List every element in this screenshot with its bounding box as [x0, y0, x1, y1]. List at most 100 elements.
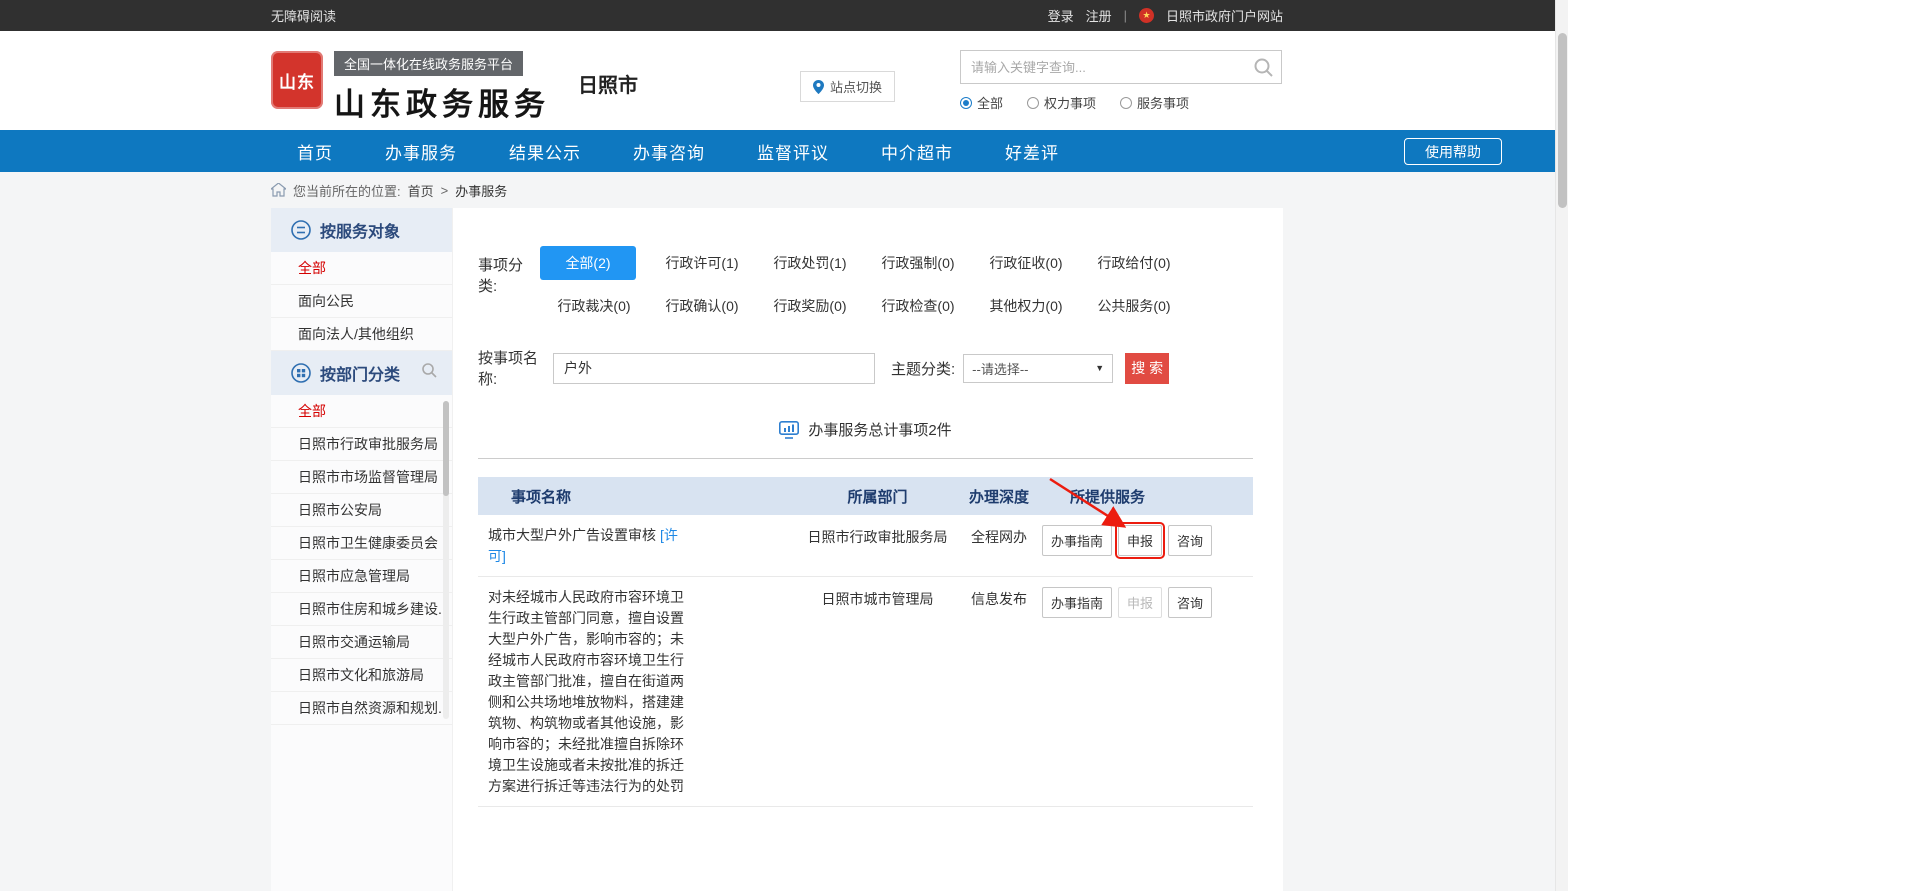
department-header: 按部门分类	[271, 351, 452, 395]
tab-levy[interactable]: 行政征收(0)	[972, 246, 1080, 280]
item-name: 对未经城市人民政府市容环境卫生行政主管部门同意，擅自设置大型户外广告，影响市容的…	[488, 589, 684, 794]
tab-inspection[interactable]: 行政检查(0)	[864, 289, 972, 323]
nav-item-home[interactable]: 首页	[271, 139, 359, 164]
topic-select-value: --请选择--	[972, 359, 1028, 378]
table-row: 城市大型户外广告设置审核[许可] 日照市行政审批服务局 全程网办 办事指南 申报…	[478, 515, 1253, 577]
header-department: 所属部门	[795, 486, 960, 507]
national-emblem-icon: ★	[1139, 8, 1154, 23]
tab-payment[interactable]: 行政给付(0)	[1080, 246, 1188, 280]
radio-icon	[1120, 97, 1132, 109]
guide-button[interactable]: 办事指南	[1042, 587, 1112, 618]
platform-badge: 全国一体化在线政务服务平台	[334, 51, 523, 76]
item-department: 日照市城市管理局	[795, 587, 960, 610]
scope-label: 权力事项	[1044, 93, 1096, 112]
department-title: 按部门分类	[320, 361, 400, 385]
department-list: 全部 日照市行政审批服务局 日照市市场监督管理局 日照市公安局 日照市卫生健康委…	[271, 395, 452, 725]
portal-link[interactable]: 日照市政府门户网站	[1166, 6, 1283, 25]
category-label: 事项分类:	[478, 246, 540, 323]
page-scrollbar[interactable]	[1555, 0, 1568, 891]
site-name: 山东政务服务	[334, 79, 550, 124]
sidebar-dept-natural-resources[interactable]: 日照市自然资源和规划...	[271, 692, 452, 725]
tab-license[interactable]: 行政许可(1)	[648, 246, 756, 280]
main-content: 事项分类: 全部(2) 行政许可(1) 行政处罚(1) 行政强制(0) 行政征收…	[453, 208, 1283, 891]
sidebar-dept-administrative-approval[interactable]: 日照市行政审批服务局	[271, 428, 452, 461]
scope-radio-all[interactable]: 全部	[960, 93, 1003, 112]
sidebar-dept-all[interactable]: 全部	[271, 395, 452, 428]
service-target-title: 按服务对象	[320, 218, 400, 242]
sidebar-target-citizen[interactable]: 面向公民	[271, 285, 452, 318]
page-scrollbar-thumb[interactable]	[1558, 33, 1567, 208]
login-link[interactable]: 登录	[1048, 6, 1074, 25]
consult-button[interactable]: 咨询	[1168, 525, 1212, 556]
nav-item-services[interactable]: 办事服务	[359, 139, 483, 164]
content-card: 按服务对象 全部 面向公民 面向法人/其他组织 按部门分类	[271, 208, 1283, 891]
top-utility-bar: 无障碍阅读 登录 注册 | ★ 日照市政府门户网站	[0, 0, 1568, 31]
service-target-header: 按服务对象	[271, 208, 452, 252]
item-name: 城市大型户外广告设置审核	[488, 527, 656, 543]
item-name-input[interactable]	[553, 353, 875, 384]
keyword-search-input[interactable]	[961, 51, 1281, 83]
scope-label: 全部	[977, 93, 1003, 112]
item-actions: 办事指南 申报 咨询	[1038, 587, 1253, 618]
sidebar-target-legal-person[interactable]: 面向法人/其他组织	[271, 318, 452, 351]
tab-coercion[interactable]: 行政强制(0)	[864, 246, 972, 280]
result-summary-text: 办事服务总计事项2件	[808, 419, 951, 440]
caret-down-icon: ▼	[1095, 363, 1104, 373]
home-icon	[271, 183, 286, 197]
logo-seal-icon: 山东	[271, 51, 323, 109]
sidebar-dept-transport[interactable]: 日照市交通运输局	[271, 626, 452, 659]
item-department: 日照市行政审批服务局	[795, 525, 960, 548]
page-body: 您当前所在的位置: 首页 > 办事服务 按服务对象 全部 面向公民	[0, 172, 1568, 891]
breadcrumb-separator: >	[441, 183, 449, 198]
scope-radio-power-items[interactable]: 权力事项	[1027, 93, 1096, 112]
department-list-scrollbar-thumb[interactable]	[443, 401, 449, 496]
radio-selected-icon	[960, 97, 972, 109]
register-link[interactable]: 注册	[1086, 6, 1112, 25]
tab-all[interactable]: 全部(2)	[540, 246, 636, 280]
header-item-name: 事项名称	[478, 486, 795, 507]
keyword-search-area: 全部 权力事项 服务事项	[960, 50, 1282, 112]
apply-button[interactable]: 申报	[1118, 525, 1162, 556]
site-logo[interactable]: 山东 全国一体化在线政务服务平台 山东政务服务	[271, 51, 550, 124]
sidebar-dept-health[interactable]: 日照市卫生健康委员会	[271, 527, 452, 560]
tab-adjudication[interactable]: 行政裁决(0)	[540, 289, 648, 323]
accessibility-link[interactable]: 无障碍阅读	[271, 6, 336, 25]
sidebar-dept-culture-tourism[interactable]: 日照市文化和旅游局	[271, 659, 452, 692]
result-summary: 办事服务总计事项2件	[478, 419, 1253, 440]
sidebar-dept-public-security[interactable]: 日照市公安局	[271, 494, 452, 527]
tab-other-power[interactable]: 其他权力(0)	[972, 289, 1080, 323]
site-switch-button[interactable]: 站点切换	[800, 71, 895, 102]
department-list-scrollbar[interactable]	[443, 401, 449, 719]
sidebar-dept-emergency[interactable]: 日照市应急管理局	[271, 560, 452, 593]
tab-public-service[interactable]: 公共服务(0)	[1080, 289, 1188, 323]
site-header: 山东 全国一体化在线政务服务平台 山东政务服务 日照市 站点切换	[0, 31, 1568, 130]
service-target-icon	[291, 220, 311, 240]
tab-penalty[interactable]: 行政处罚(1)	[756, 246, 864, 280]
search-button[interactable]: 搜 索	[1125, 353, 1169, 384]
help-button[interactable]: 使用帮助	[1404, 138, 1502, 165]
department-search-icon[interactable]	[421, 362, 438, 384]
nav-item-consult[interactable]: 办事咨询	[607, 139, 731, 164]
breadcrumb-home[interactable]: 首页	[408, 181, 434, 200]
sidebar-dept-housing[interactable]: 日照市住房和城乡建设...	[271, 593, 452, 626]
item-depth: 全程网办	[960, 525, 1038, 547]
site-switch-label: 站点切换	[830, 77, 882, 96]
sidebar-dept-market-regulation[interactable]: 日照市市场监督管理局	[271, 461, 452, 494]
sidebar-target-all[interactable]: 全部	[271, 252, 452, 285]
topic-select[interactable]: --请选择-- ▼	[963, 354, 1113, 383]
nav-item-review[interactable]: 好差评	[979, 139, 1085, 164]
guide-button[interactable]: 办事指南	[1042, 525, 1112, 556]
consult-button[interactable]: 咨询	[1168, 587, 1212, 618]
topbar-separator: |	[1124, 8, 1127, 23]
scope-radio-service-items[interactable]: 服务事项	[1120, 93, 1189, 112]
breadcrumb-current: 办事服务	[455, 181, 507, 200]
topic-label: 主题分类:	[891, 358, 955, 379]
nav-item-agency-market[interactable]: 中介超市	[855, 139, 979, 164]
search-icon[interactable]	[1253, 57, 1274, 83]
nav-item-supervision[interactable]: 监督评议	[731, 139, 855, 164]
tab-reward[interactable]: 行政奖励(0)	[756, 289, 864, 323]
item-depth: 信息发布	[960, 587, 1038, 609]
nav-item-results[interactable]: 结果公示	[483, 139, 607, 164]
location-pin-icon	[813, 80, 824, 94]
tab-confirmation[interactable]: 行政确认(0)	[648, 289, 756, 323]
